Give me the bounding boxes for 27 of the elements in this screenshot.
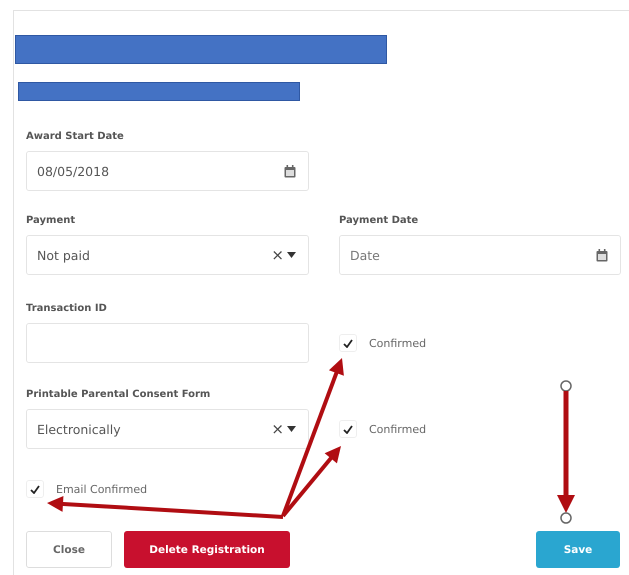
- checkmark-icon: [30, 484, 40, 494]
- calendar-icon[interactable]: [284, 164, 296, 178]
- caret-icon[interactable]: [287, 252, 296, 258]
- field-label: Printable Parental Consent Form: [26, 389, 212, 400]
- field-label: Payment Date: [339, 215, 420, 226]
- clear-button[interactable]: ×: [271, 420, 284, 438]
- checkbox[interactable]: [339, 334, 357, 352]
- caret-icon[interactable]: [287, 426, 296, 432]
- clear-button[interactable]: ×: [271, 246, 284, 264]
- checkmark-icon: [343, 424, 353, 434]
- date-field[interactable]: 08/05/2018: [26, 151, 309, 191]
- consent-select[interactable]: Electronically ×: [26, 409, 309, 449]
- checkbox[interactable]: [26, 480, 44, 498]
- checkbox-label: Confirmed: [369, 336, 426, 350]
- field-label: Payment: [26, 215, 76, 226]
- close-button[interactable]: Close: [26, 531, 112, 568]
- calendar-icon[interactable]: [596, 248, 608, 262]
- checkbox[interactable]: [339, 420, 357, 438]
- payment-select[interactable]: Not paid ×: [26, 235, 309, 275]
- field-label: Transaction ID: [26, 303, 108, 314]
- delete-button[interactable]: Delete Registration: [124, 531, 290, 568]
- field-label: Award Start Date: [26, 131, 125, 142]
- input-field[interactable]: [26, 323, 309, 363]
- date-field[interactable]: Date: [339, 235, 621, 275]
- checkbox-label: Confirmed: [369, 422, 426, 436]
- checkbox-label: Email Confirmed: [56, 482, 148, 496]
- checkmark-icon: [343, 338, 353, 348]
